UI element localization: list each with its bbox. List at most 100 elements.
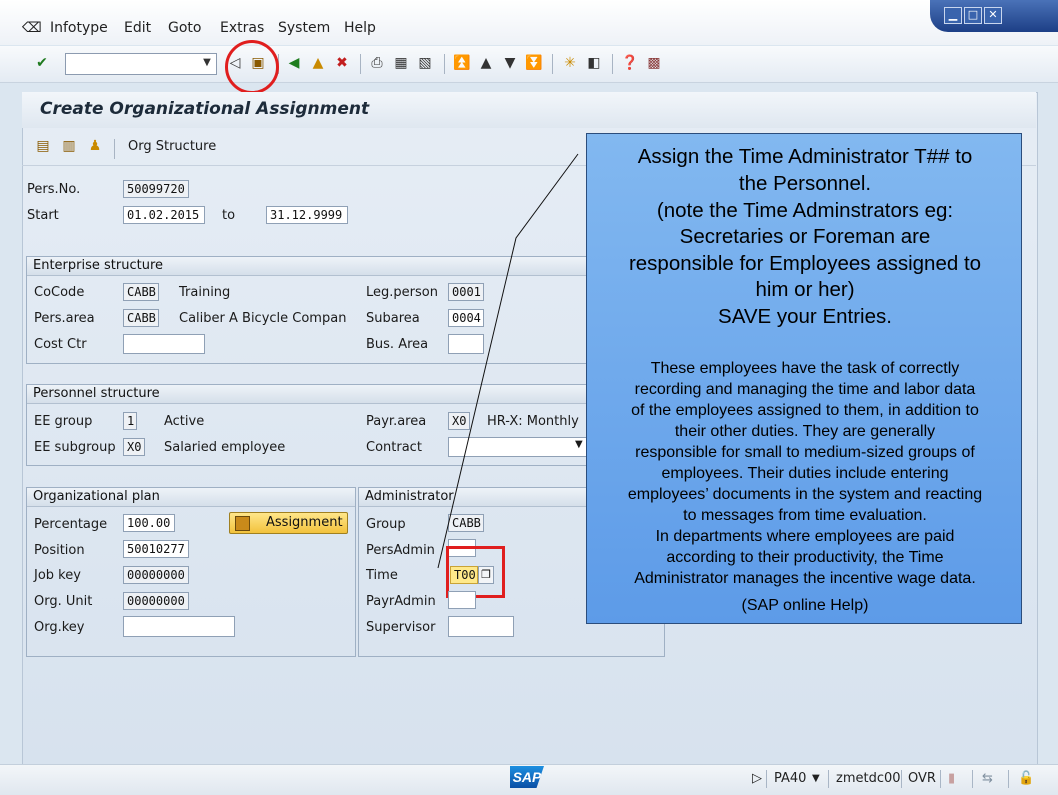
command-field[interactable] [65,53,217,75]
callout-help-line: These employees have the task of correct… [650,360,960,377]
eegroup-field: 1 [123,412,137,430]
percentage-label: Percentage [34,517,108,532]
find-next-icon[interactable]: ▧ [416,54,434,72]
supervisor-label: Supervisor [366,620,436,635]
eesubgroup-label: EE subgroup [34,440,116,455]
new-session-icon[interactable]: ✳ [561,54,579,72]
enterprise-structure-title: Enterprise structure [27,257,595,276]
status-expand-icon[interactable]: ▷ [752,771,762,786]
position-field[interactable]: 50010277 [123,540,189,558]
toolbar-separator [552,54,553,74]
menu-icon[interactable]: ⌫ [22,20,42,36]
busarea-field[interactable] [448,334,484,354]
help-icon[interactable]: ❓ [621,54,639,72]
subarea-field[interactable]: 0004 [448,309,484,327]
find-icon[interactable]: ▦ [392,54,410,72]
callout-help-line: responsible for small to medium-sized gr… [635,444,975,461]
status-log-icon[interactable]: ▮ [948,771,955,786]
toolbar-separator [360,54,361,74]
callout-line: him or her) [755,278,855,301]
shortcut-icon[interactable]: ◧ [585,54,603,72]
contract-dropdown-icon[interactable]: ▼ [575,439,583,450]
callout-line: (note the Time Adminstrators eg: [656,199,954,222]
cancel-icon[interactable]: ✖ [333,54,351,72]
callout-help-line: employees. Their duties include entering [661,465,949,482]
assignment-label: Assignment [266,515,343,530]
menu-infotype[interactable]: Infotype [50,20,108,36]
layout-icon[interactable]: ▩ [645,54,663,72]
callout-line: the Personnel. [738,172,872,195]
next-page-icon[interactable]: ▼ [501,54,519,72]
callout-help-line: their other duties. They are generally [674,423,936,440]
orgunit-field: 00000000 [123,592,189,610]
instruction-callout: Assign the Time Administrator T## to the… [586,133,1022,624]
persno-field: 50099720 [123,180,189,198]
print-icon[interactable]: ⎙ [368,54,386,72]
payrarea-text: HR-X: Monthly [487,414,579,429]
toolbar-separator [114,139,115,159]
time-label: Time [366,568,398,583]
org-structure-button[interactable]: Org Structure [128,139,216,154]
persno-label: Pers.No. [27,182,81,197]
persarea-text: Caliber A Bicycle Compan [179,311,347,326]
jobkey-field: 00000000 [123,566,189,584]
enter-icon[interactable]: ✔ [33,54,51,72]
end-date-field[interactable]: 31.12.9999 [266,206,348,224]
callout-help-line: employees’ documents in the system and r… [627,486,983,503]
toolbar-separator [612,54,613,74]
callout-help-line: according to their productivity, the Tim… [666,549,944,566]
payrarea-label: Payr.area [366,414,427,429]
exit-icon[interactable]: ▲ [309,54,327,72]
maximize-icon[interactable]: □ [964,7,982,24]
back-green-icon[interactable]: ◀ [285,54,303,72]
document-edit-icon[interactable]: ▥ [60,137,78,155]
status-separator [828,770,829,788]
save-highlight-circle [225,40,279,94]
supervisor-field[interactable] [448,616,514,637]
contract-dropdown[interactable] [448,437,588,457]
toolbar-separator [444,54,445,74]
minimize-icon[interactable]: ▁ [944,7,962,24]
status-separator [766,770,767,788]
orgkey-label: Org.key [34,620,85,635]
first-page-icon[interactable]: ⏫ [453,54,471,72]
cocode-label: CoCode [34,285,85,300]
callout-line: responsible for Employees assigned to [628,252,982,275]
callout-line: Secretaries or Foreman are [679,225,931,248]
prev-page-icon[interactable]: ▲ [477,54,495,72]
menu-goto[interactable]: Goto [168,20,201,36]
callout-source: (SAP online Help) [741,597,869,614]
callout-help-line: In departments where employees are paid [655,528,955,545]
cocode-field: CABB [123,283,159,301]
eegroup-text: Active [164,414,205,429]
menu-extras[interactable]: Extras [220,20,264,36]
organizational-plan-title: Organizational plan [27,488,355,507]
last-page-icon[interactable]: ⏬ [525,54,543,72]
assignment-button[interactable]: Assignment [229,512,348,534]
menu-system[interactable]: System [278,20,330,36]
legperson-label: Leg.person [366,285,438,300]
status-mode[interactable]: OVR [908,771,936,786]
costctr-field[interactable] [123,334,205,354]
menu-edit[interactable]: Edit [124,20,151,36]
menu-help[interactable]: Help [344,20,376,36]
document-icon[interactable]: ▤ [34,137,52,155]
eesubgroup-text: Salaried employee [164,440,286,455]
persarea-label: Pers.area [34,311,95,326]
page-title: Create Organizational Assignment [40,99,370,119]
eegroup-label: EE group [34,414,93,429]
assignment-icon [235,516,250,531]
status-exchange-icon[interactable]: ⇆ [982,771,993,786]
close-icon[interactable]: ✕ [984,7,1002,24]
percentage-field[interactable]: 100.00 [123,514,175,532]
payradmin-field[interactable] [448,591,476,609]
start-date-field[interactable]: 01.02.2015 [123,206,205,224]
personnel-structure-title: Personnel structure [27,385,595,404]
status-dropdown-icon[interactable]: ▼ [812,773,820,784]
status-transaction[interactable]: PA40 [774,771,806,786]
orgkey-field[interactable] [123,616,235,637]
lock-icon[interactable]: 🔓 [1018,771,1034,786]
command-dropdown-icon[interactable]: ▼ [200,54,214,72]
person-icon[interactable]: ♟ [86,137,104,155]
callout-help-line: of the employees assigned to them, in ad… [631,402,979,419]
